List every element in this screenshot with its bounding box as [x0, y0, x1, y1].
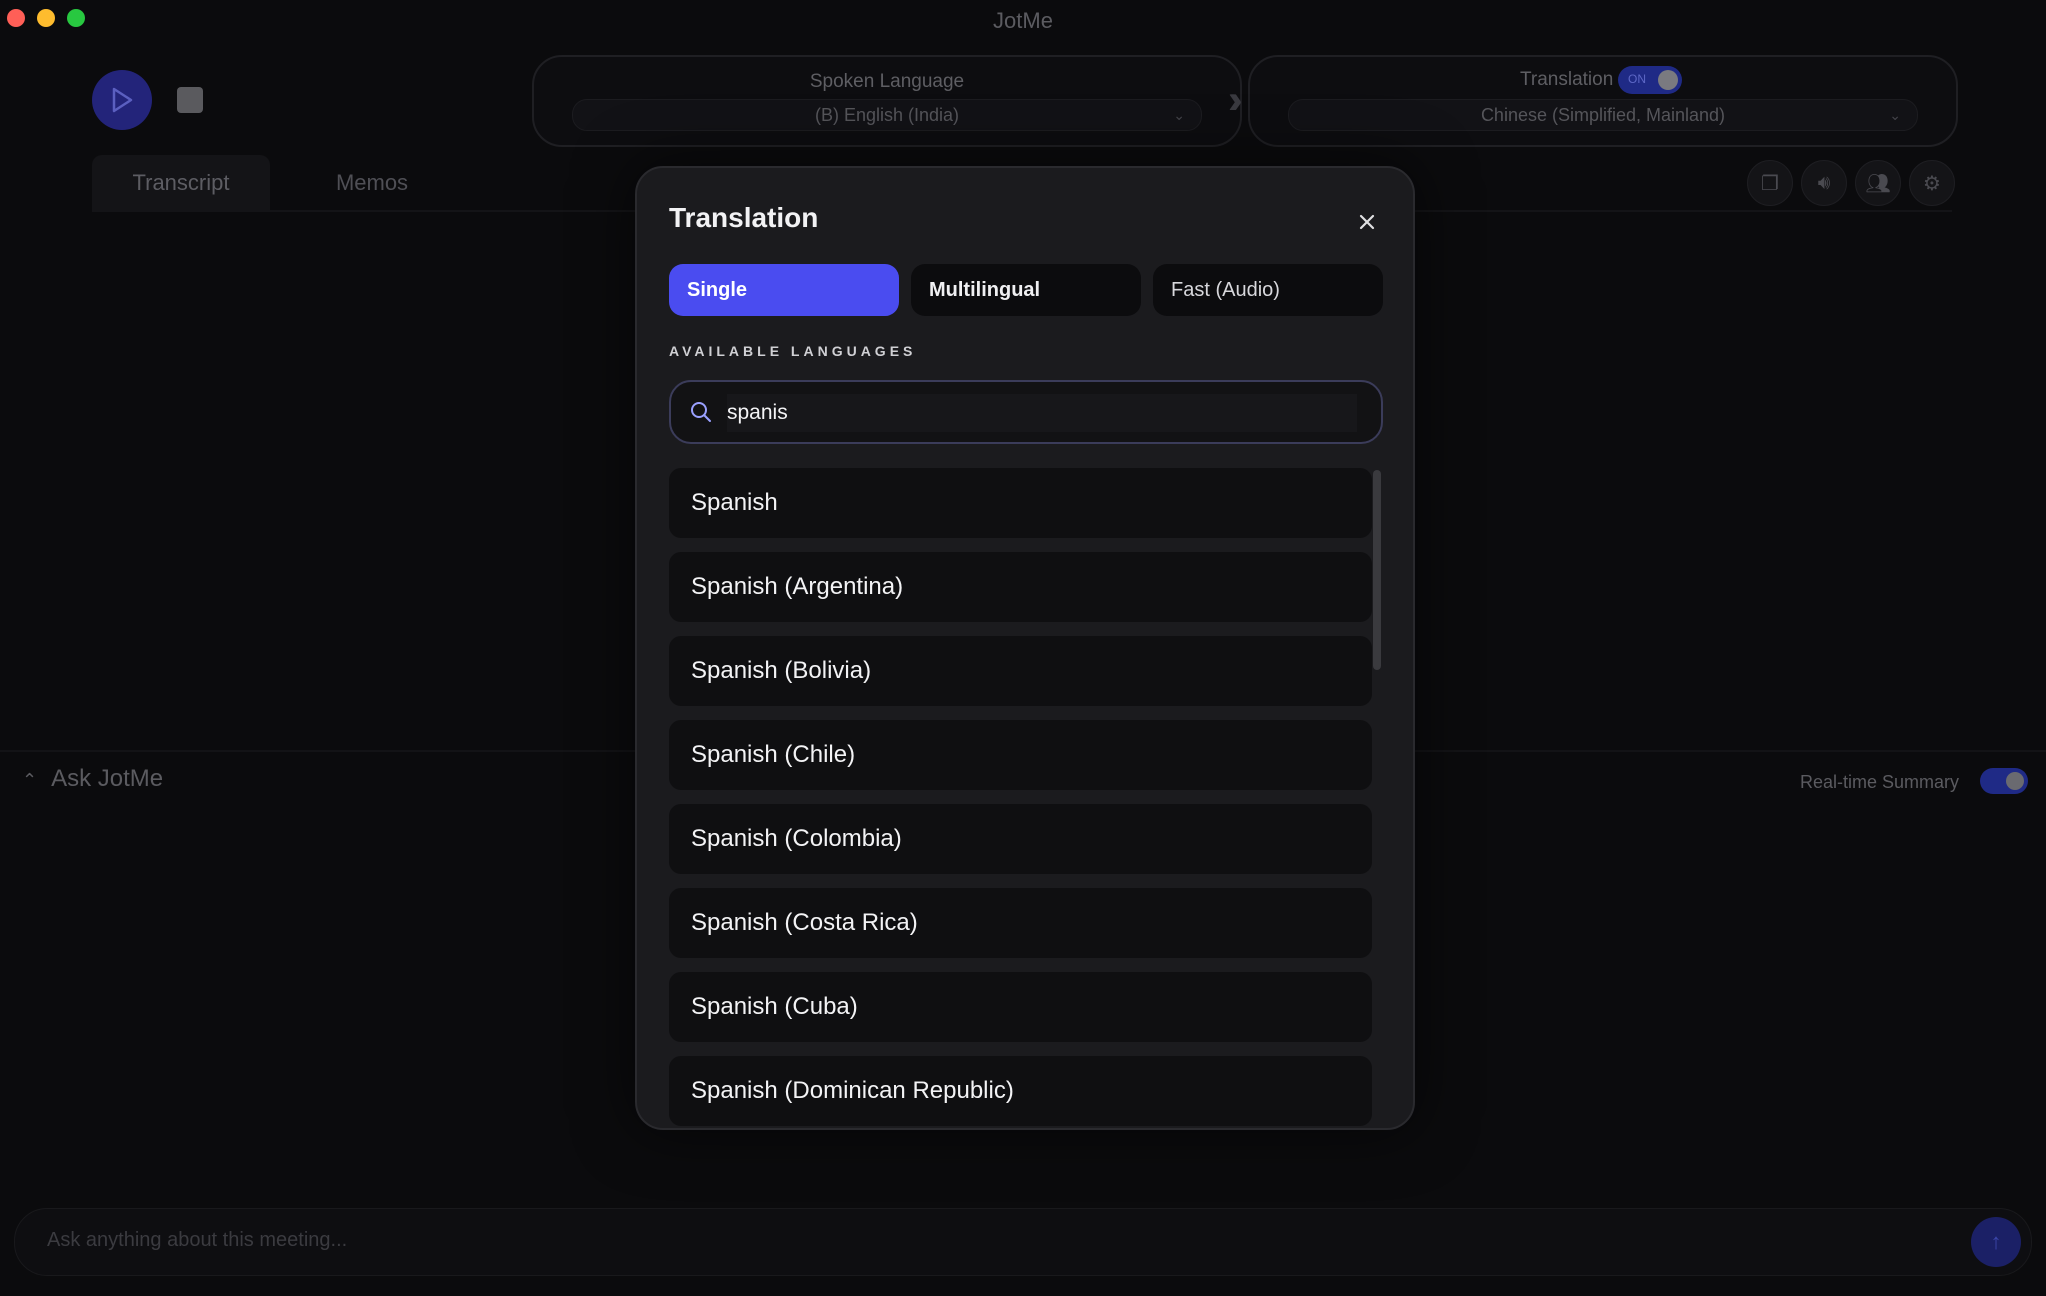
speaker-icon: 🔊︎: [1817, 171, 1831, 194]
language-list-scrollbar[interactable]: [1373, 470, 1381, 670]
spoken-language-label: Spoken Language: [809, 71, 965, 92]
chevron-down-icon: ⌄: [1889, 107, 1901, 123]
realtime-summary-toggle[interactable]: [1980, 768, 2028, 794]
translation-language-select[interactable]: Chinese (Simplified, Mainland) ⌄: [1288, 99, 1918, 131]
ask-input-placeholder: Ask anything about this meeting...: [47, 1229, 348, 1251]
translation-label: Translation: [1520, 69, 1614, 90]
ask-jotme-header[interactable]: ⌃ Ask JotMe: [22, 765, 163, 793]
language-item-spanish-dominican-republic[interactable]: Spanish (Dominican Republic): [669, 1056, 1372, 1126]
spoken-language-value: (B) English (India): [814, 105, 960, 125]
spoken-language-card: Spoken Language (B) English (India) ⌄: [532, 55, 1242, 147]
language-item-spanish-cuba[interactable]: Spanish (Cuba): [669, 972, 1372, 1042]
spoken-language-select[interactable]: (B) English (India) ⌄: [572, 99, 1202, 131]
window-title: JotMe: [993, 8, 1053, 33]
tab-transcript[interactable]: Transcript: [92, 155, 270, 211]
modal-title: Translation: [669, 202, 819, 233]
double-chevron-right-icon: ››: [1228, 78, 1241, 122]
send-button[interactable]: ↑: [1971, 1217, 2021, 1267]
language-search-input[interactable]: [727, 394, 1357, 432]
stop-button[interactable]: [177, 87, 203, 113]
language-item-spanish-argentina[interactable]: Spanish (Argentina): [669, 552, 1372, 622]
play-icon: [112, 87, 133, 113]
ask-jotme-title: Ask JotMe: [51, 765, 164, 792]
language-search-box: [669, 380, 1383, 444]
mode-multilingual-button[interactable]: Multilingual: [911, 264, 1141, 316]
title-bar: JotMe: [0, 0, 2046, 42]
language-list: Spanish Spanish (Argentina) Spanish (Bol…: [669, 468, 1383, 1264]
chevron-down-icon: ⌄: [1173, 107, 1185, 123]
language-item-spanish-bolivia[interactable]: Spanish (Bolivia): [669, 636, 1372, 706]
mode-fast-audio-button[interactable]: Fast (Audio): [1153, 264, 1383, 316]
play-button[interactable]: [92, 70, 152, 130]
copy-icon: ❐: [1761, 172, 1779, 195]
language-item-spanish-colombia[interactable]: Spanish (Colombia): [669, 804, 1372, 874]
gear-icon: ⚙: [1923, 172, 1941, 195]
language-item-spanish-chile[interactable]: Spanish (Chile): [669, 720, 1372, 790]
language-item-spanish[interactable]: Spanish: [669, 468, 1372, 538]
language-item-spanish-costa-rica[interactable]: Spanish (Costa Rica): [669, 888, 1372, 958]
mode-single-button[interactable]: Single: [669, 264, 899, 316]
people-icon: 👥︎: [1865, 172, 1891, 195]
tab-memos[interactable]: Memos: [310, 155, 434, 211]
search-icon: [691, 402, 711, 422]
toggle-knob: [2006, 772, 2024, 790]
settings-button[interactable]: ⚙: [1909, 160, 1955, 206]
translation-toggle[interactable]: ON: [1618, 66, 1682, 94]
speaker-button[interactable]: 🔊︎: [1801, 160, 1847, 206]
toggle-on-text: ON: [1628, 72, 1646, 86]
copy-button[interactable]: ❐: [1747, 160, 1793, 206]
participants-button[interactable]: 👥︎: [1855, 160, 1901, 206]
translation-language-card: Translation ON Chinese (Simplified, Main…: [1248, 55, 1958, 147]
toggle-knob: [1658, 70, 1678, 90]
close-icon: [1359, 214, 1375, 230]
translation-language-value: Chinese (Simplified, Mainland): [1480, 105, 1726, 125]
translation-modal: Translation Single Multilingual Fast (Au…: [635, 166, 1415, 1130]
realtime-summary-label: Real-time Summary: [1800, 772, 1960, 792]
available-languages-heading: AVAILABLE LANGUAGES: [669, 343, 917, 359]
arrow-up-icon: ↑: [1990, 1229, 2002, 1254]
close-button[interactable]: [1349, 204, 1385, 240]
chevron-up-icon: ⌃: [22, 770, 38, 790]
